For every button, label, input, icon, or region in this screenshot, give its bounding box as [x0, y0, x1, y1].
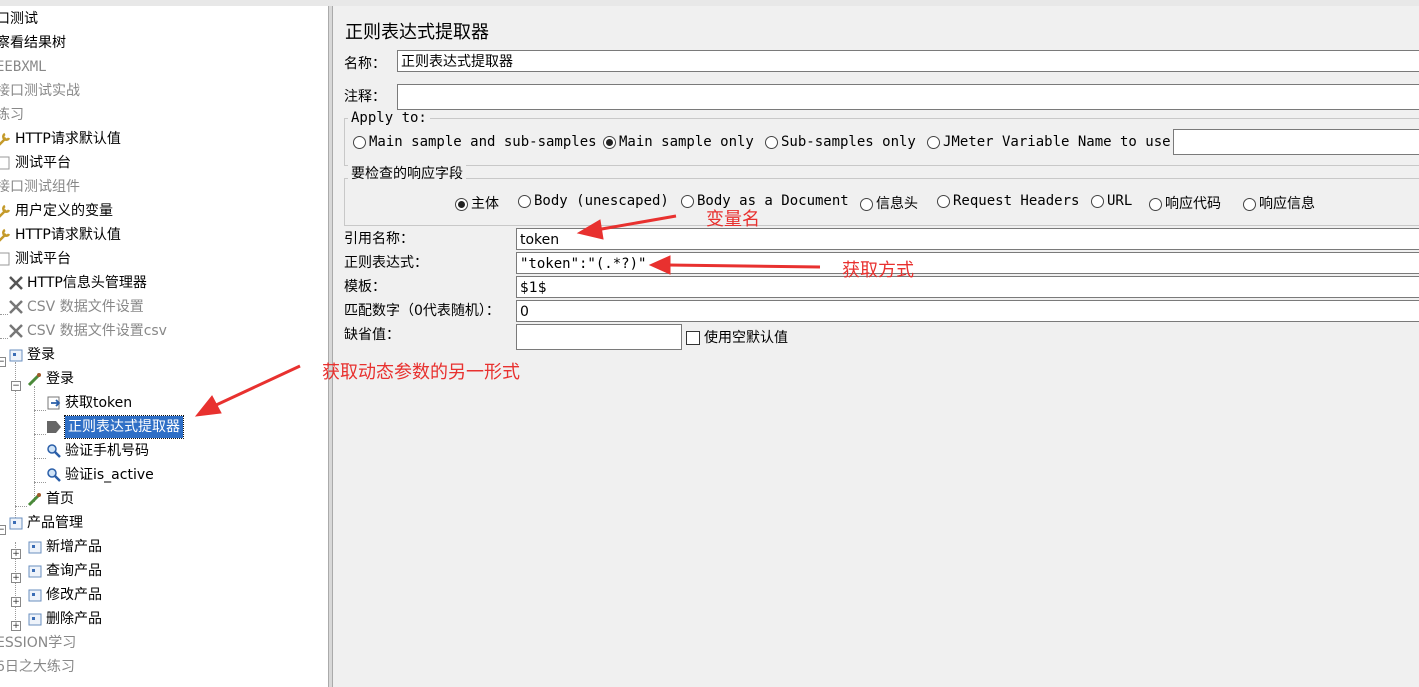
annotation-extraction-method: 获取方式 — [842, 260, 914, 281]
arrow-line — [595, 214, 677, 232]
arrow-line — [667, 263, 821, 269]
arrow-head — [194, 395, 222, 417]
annotation-variable-name: 变量名 — [706, 209, 760, 230]
arrow-line — [213, 364, 301, 408]
annotation-alt-form: 获取动态参数的另一形式 — [322, 362, 520, 383]
annotation-arrows — [194, 214, 821, 417]
arrow-head — [648, 255, 671, 275]
arrow-head — [576, 219, 604, 240]
